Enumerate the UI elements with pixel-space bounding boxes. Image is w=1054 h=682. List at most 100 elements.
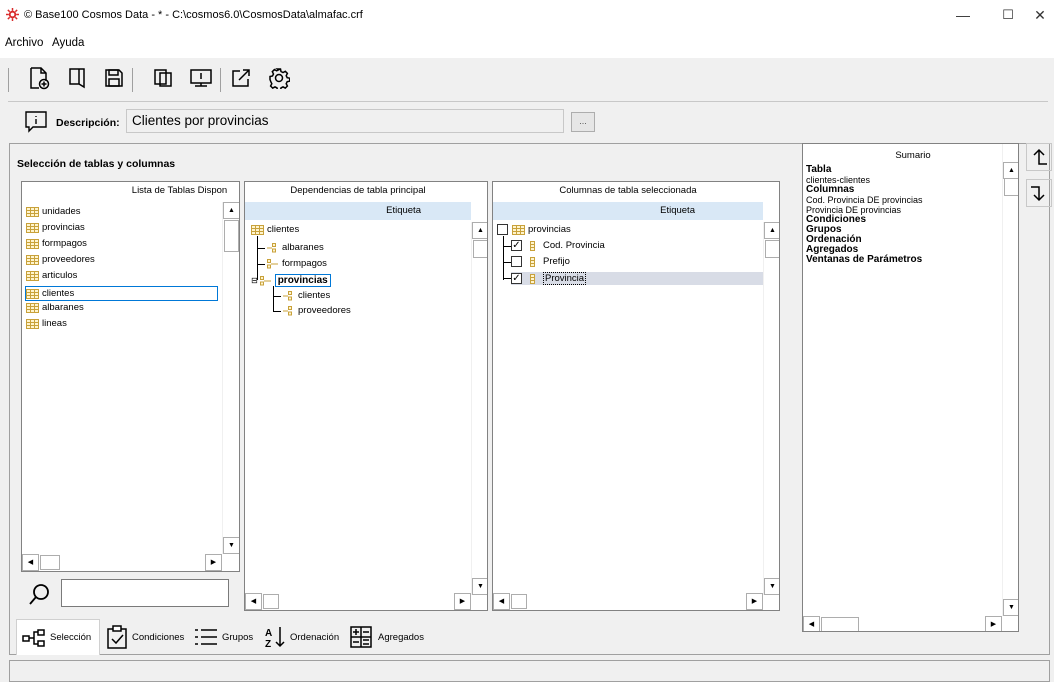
select-all-checkbox[interactable] [497,224,508,235]
scroll-right-arrow[interactable]: ▶ [746,593,763,610]
new-doc-icon[interactable] [26,64,52,92]
tab-ordenacion[interactable]: AZ Ordenación [264,619,348,655]
scroll-right-arrow[interactable]: ▶ [205,554,222,571]
table-list-item[interactable]: albaranes [26,302,84,313]
scroll-left-arrow[interactable]: ◀ [493,593,510,610]
scroll-down-arrow[interactable]: ▼ [223,537,239,554]
close-button[interactable]: ✕ [1025,0,1054,30]
table-list-item[interactable]: lineas [26,318,67,329]
table-list-item-label: unidades [42,206,81,217]
scroll-down-arrow[interactable]: ▼ [472,578,487,595]
scroll-thumb[interactable] [473,240,487,258]
column-checkbox[interactable] [511,256,522,267]
tab-seleccion[interactable]: Selección [16,619,100,655]
table-list-item[interactable]: formpagos [26,238,87,249]
tree-item-label: albaranes [282,242,324,253]
tree-item-label: formpagos [282,258,327,269]
menu-archivo[interactable]: Archivo [5,37,43,49]
search-input[interactable] [61,579,229,607]
description-field[interactable]: Clientes por provincias [126,109,564,133]
scroll-left-arrow[interactable]: ◀ [22,554,39,571]
scroll-up-arrow[interactable]: ▲ [223,202,239,219]
scroll-thumb[interactable] [765,240,779,258]
dependencies-vscrollbar[interactable]: ▲ ▼ [471,222,487,595]
table-list-item[interactable]: proveedores [26,254,95,265]
tree-grandchild-proveedores[interactable]: proveedores [283,305,351,316]
table-list-item[interactable]: unidades [26,206,81,217]
summary-hscrollbar[interactable]: ◀ ▶ [803,616,1002,631]
scroll-left-arrow[interactable]: ◀ [803,616,820,631]
copy-icon[interactable] [150,64,176,92]
table-list-item[interactable]: provincias [26,222,85,233]
columns-root-provincias[interactable]: provincias [497,224,571,235]
scroll-thumb[interactable] [511,594,527,609]
relation-icon [267,258,278,268]
tab-label: Grupos [222,631,254,643]
summary-header: Sumario [895,150,931,161]
preview-icon[interactable] [188,64,214,92]
settings-icon[interactable] [266,64,292,92]
tab-agregados[interactable]: Agregados [350,619,434,655]
toolbar-divider [8,101,1048,102]
move-up-button[interactable] [1026,143,1052,171]
scroll-thumb[interactable] [1004,178,1018,196]
column-item[interactable]: ✓ Cod. Provincia [511,240,605,251]
columns-header: Columnas de tabla seleccionada [559,185,697,196]
scroll-up-arrow[interactable]: ▲ [764,222,779,239]
description-label: Descripción: [56,117,120,129]
tree-grandchild-clientes[interactable]: clientes [283,290,330,301]
tree-line [257,248,265,249]
columns-vscrollbar[interactable]: ▲ ▼ [763,222,779,595]
tree-item-label-selected: provincias [274,274,331,287]
tab-grupos[interactable]: Grupos [194,619,260,655]
tree-child-formpagos[interactable]: formpagos [267,258,327,269]
scroll-right-arrow[interactable]: ▶ [985,616,1002,631]
column-checkbox[interactable]: ✓ [511,273,522,284]
table-list-item[interactable]: articulos [26,270,77,281]
relation-icon [283,305,292,315]
columns-panel: Columnas de tabla seleccionada Etiqueta … [492,181,780,611]
scroll-down-arrow[interactable]: ▼ [764,578,779,595]
tables-hscrollbar[interactable]: ◀ ▶ [22,554,222,571]
app-logo-icon [6,8,19,21]
scroll-up-arrow[interactable]: ▲ [472,222,487,239]
minimize-button[interactable]: — [940,0,986,30]
table-list-item[interactable]: clientes [25,286,218,301]
scroll-up-arrow[interactable]: ▲ [1003,162,1018,179]
calculator-grid-icon [350,626,372,648]
column-label: Cod. Provincia [543,240,605,251]
tree-line [503,262,511,263]
scroll-thumb[interactable] [224,220,239,252]
open-icon[interactable] [64,64,90,92]
column-checkbox[interactable]: ✓ [511,240,522,251]
tree-collapse-toggle[interactable]: ⊟ [251,276,258,285]
description-browse-button[interactable]: ... [571,112,595,132]
export-icon[interactable] [228,64,254,92]
tables-vscrollbar[interactable]: ▲ ▼ [222,202,239,554]
scroll-right-arrow[interactable]: ▶ [454,593,471,610]
scroll-thumb[interactable] [821,617,859,631]
scroll-thumb[interactable] [263,594,279,609]
column-item[interactable]: ✓ Provincia [511,272,763,285]
search-icon [29,584,49,605]
column-icon [530,273,535,284]
scroll-down-arrow[interactable]: ▼ [1003,599,1018,616]
status-bar [9,660,1050,682]
summary-panel: Sumario Tabla clientes-clientes Columnas Co… [802,143,1019,632]
tree-child-provincias[interactable]: ⊟ provincias [251,274,331,287]
columns-hscrollbar[interactable]: ◀ ▶ [493,593,763,610]
summary-vscrollbar[interactable]: ▲ ▼ [1002,144,1018,616]
tree-root-clientes[interactable]: clientes [251,224,299,235]
column-item[interactable]: Prefijo [511,256,570,267]
table-list-item-label: lineas [42,318,67,329]
dependencies-hscrollbar[interactable]: ◀ ▶ [245,593,471,610]
tree-item-label: clientes [298,290,331,301]
arrow-up-icon [1033,148,1047,165]
scroll-thumb[interactable] [40,555,60,570]
menu-ayuda[interactable]: Ayuda [52,37,84,49]
scroll-left-arrow[interactable]: ◀ [245,593,262,610]
save-icon[interactable] [101,64,127,92]
tab-condiciones[interactable]: Condiciones [106,619,192,655]
move-down-button[interactable] [1026,179,1052,207]
tree-child-albaranes[interactable]: albaranes [267,242,324,253]
